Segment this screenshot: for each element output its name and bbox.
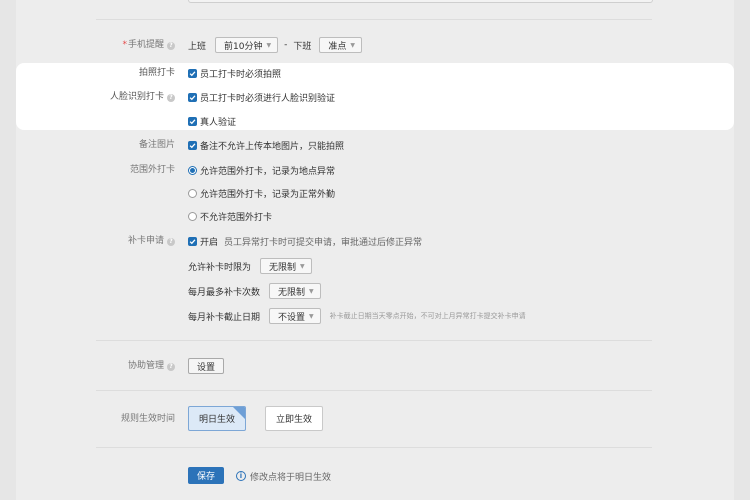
- caret-down-icon: ▼: [300, 262, 305, 270]
- question-circle-icon[interactable]: ?: [167, 238, 175, 246]
- checkmark-icon: [188, 92, 197, 102]
- question-circle-icon[interactable]: ?: [167, 94, 175, 102]
- required-mark: *: [122, 40, 127, 50]
- divider: [96, 19, 652, 20]
- makeup-label: 补卡申请?: [128, 234, 175, 248]
- out-of-range-radio-2[interactable]: 允许范围外打卡，记录为正常外勤: [188, 183, 335, 203]
- time-limit-select[interactable]: 无限制 ▼: [260, 258, 312, 274]
- makeup-max-times-row: 每月最多补卡次数 无限制 ▼: [188, 281, 321, 301]
- radio-empty-icon: [188, 211, 197, 221]
- out-of-range-radio-3[interactable]: 不允许范围外打卡: [188, 206, 272, 226]
- effective-now-option[interactable]: 立即生效: [265, 406, 323, 431]
- footer-note: i 修改点将于明日生效: [236, 466, 331, 486]
- face-punch-label: 人脸识别打卡?: [110, 90, 175, 104]
- out-of-range-radio-1[interactable]: 允许范围外打卡，记录为地点异常: [188, 160, 335, 180]
- assist-row: 设置: [188, 356, 225, 376]
- info-circle-icon: i: [236, 471, 246, 481]
- clock-in-reminder-select[interactable]: 前10分钟 ▼: [215, 37, 279, 53]
- assist-label: 协助管理?: [128, 359, 175, 373]
- deadline-select[interactable]: 不设置 ▼: [269, 308, 321, 324]
- phone-reminder-row: 上班 前10分钟 ▼ - 下班 准点 ▼: [188, 35, 362, 55]
- makeup-enable-text: 开启: [200, 237, 219, 248]
- caret-down-icon: ▼: [309, 287, 314, 295]
- assist-settings-button[interactable]: 设置: [188, 358, 225, 374]
- caret-down-icon: ▼: [266, 41, 272, 49]
- makeup-row: 开启 员工异常打卡时可提交申请，审批通过后修正异常: [188, 231, 422, 251]
- deadline-hint: 补卡截止日期当天零点开始，不可对上月异常打卡提交补卡申请: [329, 312, 526, 320]
- question-circle-icon[interactable]: ?: [167, 42, 175, 50]
- makeup-deadline-row: 每月补卡截止日期 不设置 ▼ 补卡截止日期当天零点开始，不可对上月异常打卡提交补卡…: [188, 306, 526, 326]
- radio-selected-icon: [188, 165, 197, 175]
- makeup-enable-checkbox[interactable]: [188, 236, 197, 246]
- makeup-time-limit-row: 允许补卡时限为 无限制 ▼: [188, 256, 312, 276]
- previous-field-bottom: [188, 0, 653, 3]
- divider: [96, 340, 652, 341]
- max-times-label: 每月最多补卡次数: [188, 287, 261, 298]
- photo-punch-label: 拍照打卡: [138, 68, 175, 78]
- divider: [96, 390, 652, 391]
- checkmark-icon: [188, 140, 197, 150]
- caret-down-icon: ▼: [350, 41, 355, 49]
- divider: [96, 447, 652, 448]
- deadline-label: 每月补卡截止日期: [188, 312, 261, 323]
- question-circle-icon[interactable]: ?: [167, 363, 175, 371]
- clock-out-text: 下班: [293, 41, 312, 52]
- separator: -: [284, 40, 288, 50]
- photo-punch-checkbox[interactable]: 员工打卡时必须拍照: [188, 63, 281, 83]
- clock-out-reminder-select[interactable]: 准点 ▼: [319, 37, 362, 53]
- face-punch-checkbox[interactable]: 员工打卡时必须进行人脸识别验证: [188, 87, 335, 107]
- remark-image-label: 备注图片: [138, 140, 175, 150]
- remark-image-checkbox[interactable]: 备注不允许上传本地图片，只能拍照: [188, 135, 344, 155]
- radio-empty-icon: [188, 188, 197, 198]
- out-of-range-label: 范围外打卡: [129, 165, 175, 175]
- max-times-select[interactable]: 无限制 ▼: [269, 283, 321, 299]
- effective-tomorrow-option[interactable]: 明日生效: [188, 406, 246, 431]
- checkmark-icon: [188, 116, 197, 126]
- real-person-checkbox[interactable]: 真人验证: [188, 111, 236, 131]
- clock-in-text: 上班: [188, 41, 207, 52]
- time-limit-label: 允许补卡时限为: [188, 262, 252, 273]
- effective-time-label: 规则生效时间: [120, 414, 175, 424]
- selected-corner-mark: [233, 407, 245, 419]
- makeup-description: 员工异常打卡时可提交申请，审批通过后修正异常: [224, 237, 423, 248]
- caret-down-icon: ▼: [309, 312, 314, 320]
- save-button[interactable]: 保存: [188, 467, 224, 484]
- checkmark-icon: [188, 68, 197, 78]
- phone-reminder-label: *手机提醒?: [122, 38, 175, 52]
